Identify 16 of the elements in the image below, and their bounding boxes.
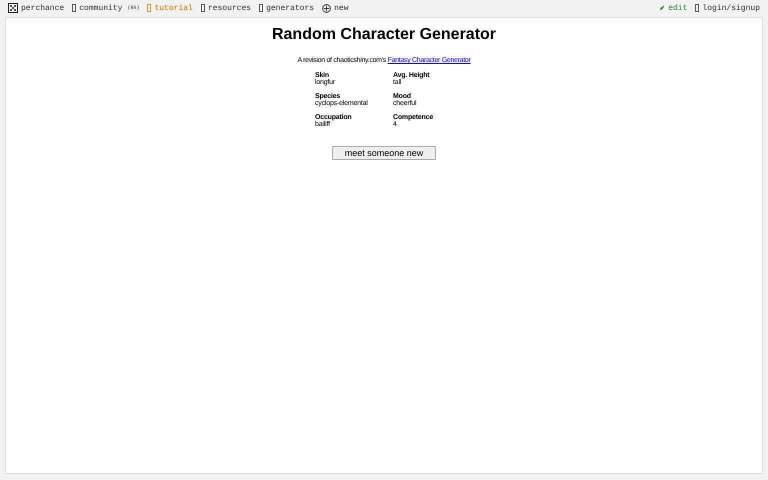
plus-circle-icon [322,4,332,12]
meet-someone-new-button[interactable]: meet someone new [332,146,436,160]
nav-link[interactable]: perchance [8,3,64,13]
box-icon [200,4,205,12]
nav-link[interactable]: generators [259,4,314,12]
dice-icon [8,3,18,13]
nav-link[interactable]: new [322,4,348,12]
nav-link[interactable]: resources [200,4,252,12]
box-icon [72,4,76,12]
page-title: Random Character Generator [272,26,496,44]
pencil-icon [659,5,666,11]
nav-link[interactable]: edit [659,4,688,12]
box-icon [147,4,152,12]
nav-link[interactable]: login/signup [695,4,760,12]
box-icon [259,4,264,12]
box-icon [695,4,700,12]
